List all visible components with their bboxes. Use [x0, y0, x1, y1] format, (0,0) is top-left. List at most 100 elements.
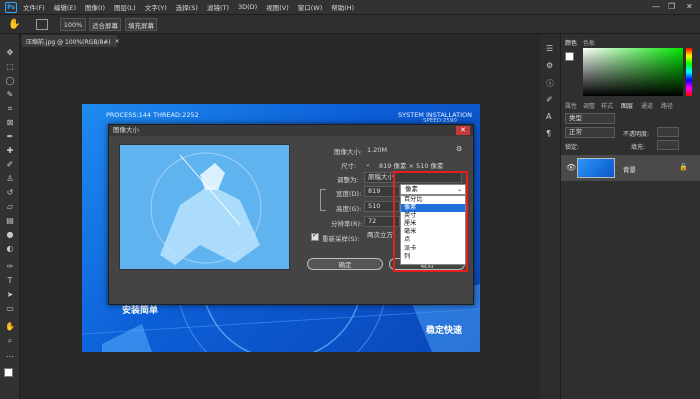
gear-icon[interactable]: ⚙: [456, 145, 462, 153]
constrain-proportions-link-icon[interactable]: [320, 189, 326, 211]
menu-select[interactable]: 选择(S): [176, 2, 198, 12]
hand-tool-icon[interactable]: ✋: [8, 18, 22, 31]
quick-select-icon[interactable]: ✎: [4, 90, 16, 100]
ok-button[interactable]: 确定: [307, 258, 383, 270]
tools-panel: ✥ ⬚ ◯ ✎ ⌗ ⊠ ✒ ✚ ✐ ♙ ↺ ▱ ▤ ● ◐ ✑ T ➤ ▭ ✋ …: [0, 34, 20, 399]
opacity-input[interactable]: [657, 127, 679, 137]
image-size-label: 图像大小:: [334, 148, 363, 156]
menu-image[interactable]: 图像(I): [85, 2, 105, 12]
width-label: 宽度(D):: [336, 190, 362, 198]
dimensions-chevron-icon[interactable]: ⌄: [365, 160, 370, 168]
fill-screen-button[interactable]: 填充屏幕: [125, 18, 157, 31]
path-select-icon[interactable]: ➤: [4, 290, 16, 300]
foreground-color-swatch[interactable]: [4, 368, 13, 377]
opacity-label: 不透明度:: [623, 131, 650, 138]
menu-type[interactable]: 文字(Y): [145, 2, 167, 12]
menu-edit[interactable]: 编辑(E): [54, 2, 76, 12]
crop-icon[interactable]: ⌗: [4, 104, 16, 114]
resolution-label: 分辨率(R):: [331, 220, 363, 228]
tab-styles[interactable]: 样式: [601, 101, 613, 110]
layer-lock-icon: 🔒: [679, 163, 688, 171]
close-tab-icon[interactable]: ×: [115, 38, 120, 45]
menu-layer[interactable]: 图层(L): [114, 2, 136, 12]
photoshop-logo-icon[interactable]: Ps: [5, 1, 17, 13]
menu-file[interactable]: 文件(F): [23, 2, 45, 12]
zoom-level-button[interactable]: 100%: [60, 18, 86, 31]
healing-icon[interactable]: ✚: [4, 146, 16, 156]
dodge-icon[interactable]: ◐: [4, 244, 16, 254]
right-panel: 颜色 色板 属性 调整 样式 图层 通道 路径 类型 正常 不透明度: 锁定: …: [560, 34, 700, 399]
eraser-icon[interactable]: ▱: [4, 202, 16, 212]
gradient-icon[interactable]: ▤: [4, 216, 16, 226]
visibility-eye-icon[interactable]: 👁: [566, 163, 576, 172]
properties-panel-icon[interactable]: ⚙: [546, 61, 553, 70]
stamp-icon[interactable]: ♙: [4, 174, 16, 184]
fill-label: 填充:: [631, 144, 646, 151]
tab-color[interactable]: 颜色: [565, 38, 577, 47]
tab-properties[interactable]: 属性: [565, 101, 577, 110]
height-label: 高度(G):: [336, 205, 362, 213]
layer-name: 背景: [623, 166, 636, 174]
hand-icon[interactable]: ✋: [4, 322, 16, 332]
tab-paths[interactable]: 路径: [661, 101, 673, 110]
dialog-close-button[interactable]: ✕: [456, 126, 470, 135]
blur-icon[interactable]: ●: [4, 230, 16, 240]
fit-screen-button[interactable]: 适合屏幕: [89, 18, 121, 31]
menu-filter[interactable]: 滤镜(T): [207, 2, 229, 12]
lock-label: 锁定:: [565, 144, 580, 151]
document-tab[interactable]: 压缩前.jpg @ 100%(RGB/8#) ×: [22, 35, 120, 47]
brush-settings-icon[interactable]: ✐: [546, 95, 553, 104]
menu-3d[interactable]: 3D(D): [238, 3, 257, 11]
preview-artwork: [120, 145, 289, 269]
move-icon[interactable]: ✥: [4, 48, 16, 58]
frame-icon[interactable]: ⊠: [4, 118, 16, 128]
brush-icon[interactable]: ✐: [4, 160, 16, 170]
fill-input[interactable]: [657, 140, 679, 150]
dimensions-label: 尺寸:: [341, 162, 357, 170]
image-preview[interactable]: [119, 144, 290, 270]
history-brush-icon[interactable]: ↺: [4, 188, 16, 198]
more-icon[interactable]: …: [4, 350, 16, 360]
menu-window[interactable]: 窗口(W): [298, 2, 323, 12]
info-panel-icon[interactable]: ⓘ: [546, 78, 554, 89]
image-size-value: 1.20M: [367, 146, 388, 154]
image-bottom-right-text: 稳定快速: [426, 326, 463, 336]
layer-thumbnail: [577, 158, 615, 178]
hue-slider[interactable]: [686, 48, 692, 96]
resample-method-select[interactable]: 两次立方: [364, 231, 393, 242]
tab-layers[interactable]: 图层: [621, 101, 633, 110]
zoom-icon[interactable]: ⌕: [4, 336, 16, 346]
document-tab-title: 压缩前.jpg @ 100%(RGB/8#): [26, 38, 111, 46]
foreground-color-chip[interactable]: [565, 52, 574, 61]
blend-mode-select[interactable]: 正常: [565, 127, 615, 138]
character-panel-icon[interactable]: A: [546, 112, 551, 121]
scroll-all-windows-icon[interactable]: [36, 19, 48, 30]
dialog-title: 图像大小: [109, 125, 473, 136]
resample-label: 重新采样(S):: [322, 235, 360, 243]
resample-checkbox[interactable]: ✓: [311, 231, 319, 241]
restore-icon[interactable]: ❐: [668, 2, 675, 11]
tab-swatches[interactable]: 色板: [583, 38, 595, 47]
menu-bar: Ps 文件(F) 编辑(E) 图像(I) 图层(L) 文字(Y) 选择(S) 滤…: [0, 0, 700, 14]
close-window-icon[interactable]: ✕: [686, 2, 693, 11]
fit-to-label: 调整为:: [337, 176, 359, 184]
type-icon[interactable]: T: [4, 276, 16, 286]
highlight-annotation-box: [393, 171, 468, 272]
layer-row-background[interactable]: 👁 背景 🔒: [561, 155, 700, 181]
minimize-icon[interactable]: —: [652, 2, 660, 11]
history-panel-icon[interactable]: ☰: [546, 44, 553, 53]
image-top-left-text: PROCESS:144 THREAD:2252: [106, 111, 199, 119]
tab-channels[interactable]: 通道: [641, 101, 653, 110]
options-bar: ✋ 100% 适合屏幕 填充屏幕: [0, 14, 700, 34]
paragraph-panel-icon[interactable]: ¶: [546, 129, 551, 138]
lasso-icon[interactable]: ◯: [4, 76, 16, 86]
menu-help[interactable]: 帮助(H): [331, 2, 354, 12]
menu-view[interactable]: 视图(V): [266, 2, 289, 12]
rectangle-icon[interactable]: ▭: [4, 304, 16, 314]
layer-kind-filter[interactable]: 类型: [565, 113, 615, 124]
eyedropper-icon[interactable]: ✒: [4, 132, 16, 142]
pen-icon[interactable]: ✑: [4, 262, 16, 272]
color-picker-field[interactable]: [583, 48, 683, 96]
tab-adjustments[interactable]: 调整: [583, 101, 595, 110]
marquee-icon[interactable]: ⬚: [4, 62, 16, 72]
